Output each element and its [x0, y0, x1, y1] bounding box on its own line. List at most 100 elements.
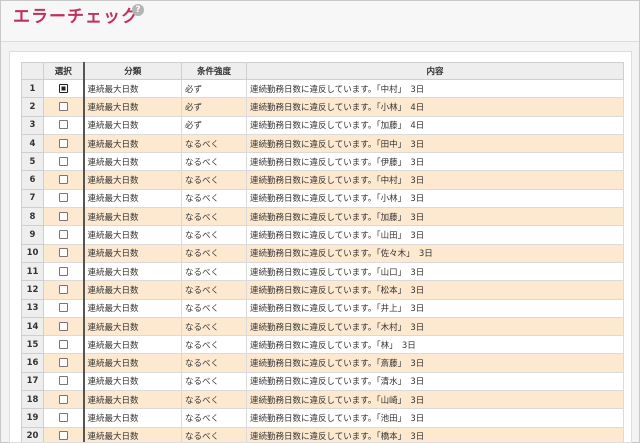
content-column-header[interactable]: 内容 — [246, 62, 624, 80]
row-number: 15 — [21, 335, 44, 355]
select-cell[interactable] — [43, 390, 85, 410]
select-checkbox[interactable] — [58, 284, 68, 294]
help-icon[interactable]: ? — [132, 4, 144, 16]
category-cell: 連続最大日数 — [83, 225, 182, 245]
select-checkbox[interactable] — [58, 138, 68, 148]
table-row[interactable]: 15 連続最大日数 なるべく 連続勤務日数に違反しています。「林」 3日 — [21, 335, 624, 355]
select-checkbox[interactable] — [58, 120, 68, 130]
row-number: 17 — [21, 371, 44, 392]
select-checkbox[interactable] — [58, 431, 68, 441]
content-cell: 連続勤務日数に違反しています。「小林」 3日 — [246, 188, 624, 209]
select-cell[interactable] — [43, 353, 85, 373]
row-number: 12 — [21, 280, 44, 300]
table-row[interactable]: 9 連続最大日数 なるべく 連続勤務日数に違反しています。「山田」 3日 — [21, 225, 624, 245]
table-row[interactable]: 4 連続最大日数 なるべく 連続勤務日数に違反しています。「田中」 3日 — [21, 133, 624, 154]
table-row[interactable]: 8 連続最大日数 なるべく 連続勤務日数に違反しています。「加藤」 3日 — [21, 207, 624, 227]
select-checkbox[interactable] — [58, 193, 68, 203]
category-cell: 連続最大日数 — [83, 243, 182, 263]
select-column-header[interactable]: 選択 — [43, 62, 85, 80]
header-divider — [1, 41, 639, 42]
row-number: 19 — [21, 408, 44, 428]
select-checkbox[interactable] — [58, 248, 68, 258]
table-row[interactable]: 7 連続最大日数 なるべく 連続勤務日数に違反しています。「小林」 3日 — [21, 188, 624, 209]
content-cell: 連続勤務日数に違反しています。「中村」 3日 — [246, 78, 624, 99]
table-row[interactable]: 20 連続最大日数 なるべく 連続勤務日数に違反しています。「橋本」 3日 — [21, 426, 624, 442]
select-cell[interactable] — [43, 225, 85, 245]
select-checkbox[interactable] — [58, 321, 68, 331]
category-cell: 連続最大日数 — [83, 335, 182, 355]
select-cell[interactable] — [43, 188, 85, 209]
category-cell: 連続最大日数 — [83, 133, 182, 154]
category-cell: 連続最大日数 — [83, 78, 182, 99]
select-cell[interactable] — [43, 298, 85, 318]
select-checkbox[interactable] — [58, 211, 68, 221]
strength-cell: なるべく — [181, 335, 247, 355]
row-number: 4 — [21, 133, 44, 154]
select-cell[interactable] — [43, 152, 85, 172]
table-row[interactable]: 10 連続最大日数 なるべく 連続勤務日数に違反しています。「佐々木」 3日 — [21, 243, 624, 263]
content-cell: 連続勤務日数に違反しています。「井上」 3日 — [246, 298, 624, 318]
select-checkbox[interactable] — [58, 266, 68, 276]
strength-cell: なるべく — [181, 280, 247, 300]
select-checkbox[interactable] — [58, 230, 68, 240]
table-row[interactable]: 1 連続最大日数 必ず 連続勤務日数に違反しています。「中村」 3日 — [21, 78, 624, 99]
select-cell[interactable] — [43, 261, 85, 282]
select-checkbox[interactable] — [58, 101, 68, 111]
select-checkbox[interactable] — [58, 376, 68, 386]
strength-cell: なるべく — [181, 390, 247, 410]
content-cell: 連続勤務日数に違反しています。「木村」 3日 — [246, 316, 624, 337]
select-cell[interactable] — [43, 207, 85, 227]
select-checkbox[interactable] — [58, 175, 68, 185]
table-row[interactable]: 13 連続最大日数 なるべく 連続勤務日数に違反しています。「井上」 3日 — [21, 298, 624, 318]
table-row[interactable]: 16 連続最大日数 なるべく 連続勤務日数に違反しています。「斎藤」 3日 — [21, 353, 624, 373]
select-checkbox[interactable] — [58, 156, 68, 166]
row-number: 18 — [21, 390, 44, 410]
table-row[interactable]: 6 連続最大日数 なるべく 連続勤務日数に違反しています。「中村」 3日 — [21, 170, 624, 190]
select-cell[interactable] — [43, 426, 85, 442]
row-number: 14 — [21, 316, 44, 337]
select-cell[interactable] — [43, 280, 85, 300]
row-number: 8 — [21, 207, 44, 227]
select-checkbox[interactable] — [58, 358, 68, 368]
select-cell[interactable] — [43, 371, 85, 392]
table-row[interactable]: 2 連続最大日数 必ず 連続勤務日数に違反しています。「小林」 4日 — [21, 97, 624, 117]
select-cell[interactable] — [43, 78, 85, 99]
content-cell: 連続勤務日数に違反しています。「加藤」 4日 — [246, 115, 624, 135]
select-cell[interactable] — [43, 170, 85, 190]
select-checkbox[interactable] — [58, 303, 68, 313]
table-row[interactable]: 3 連続最大日数 必ず 連続勤務日数に違反しています。「加藤」 4日 — [21, 115, 624, 135]
select-cell[interactable] — [43, 335, 85, 355]
table-row[interactable]: 19 連続最大日数 なるべく 連続勤務日数に違反しています。「池田」 3日 — [21, 408, 624, 428]
table-row[interactable]: 11 連続最大日数 なるべく 連続勤務日数に違反しています。「山口」 3日 — [21, 261, 624, 282]
row-number: 7 — [21, 188, 44, 209]
category-column-header[interactable]: 分類 — [83, 62, 182, 80]
window-frame: エラーチェック ? 選択 分類 条件強度 内容 1 連続最大日数 必ず 連続勤務… — [0, 0, 640, 443]
table-row[interactable]: 12 連続最大日数 なるべく 連続勤務日数に違反しています。「松本」 3日 — [21, 280, 624, 300]
select-cell[interactable] — [43, 115, 85, 135]
table-row[interactable]: 17 連続最大日数 なるべく 連続勤務日数に違反しています。「清水」 3日 — [21, 371, 624, 392]
select-checkbox[interactable] — [58, 83, 68, 93]
select-checkbox[interactable] — [58, 339, 68, 349]
select-checkbox[interactable] — [58, 412, 68, 422]
row-number: 5 — [21, 152, 44, 172]
strength-cell: 必ず — [181, 115, 247, 135]
row-number-header — [21, 62, 44, 80]
select-cell[interactable] — [43, 316, 85, 337]
strength-column-header[interactable]: 条件強度 — [181, 62, 247, 80]
select-cell[interactable] — [43, 408, 85, 428]
select-cell[interactable] — [43, 133, 85, 154]
strength-cell: なるべく — [181, 371, 247, 392]
table-row[interactable]: 18 連続最大日数 なるべく 連続勤務日数に違反しています。「山崎」 3日 — [21, 390, 624, 410]
category-cell: 連続最大日数 — [83, 152, 182, 172]
select-cell[interactable] — [43, 97, 85, 117]
table-row[interactable]: 5 連続最大日数 なるべく 連続勤務日数に違反しています。「伊藤」 3日 — [21, 152, 624, 172]
category-cell: 連続最大日数 — [83, 390, 182, 410]
select-cell[interactable] — [43, 243, 85, 263]
strength-cell: 必ず — [181, 97, 247, 117]
select-checkbox[interactable] — [58, 394, 68, 404]
row-number: 16 — [21, 353, 44, 373]
content-cell: 連続勤務日数に違反しています。「松本」 3日 — [246, 280, 624, 300]
content-cell: 連続勤務日数に違反しています。「山口」 3日 — [246, 261, 624, 282]
table-row[interactable]: 14 連続最大日数 なるべく 連続勤務日数に違反しています。「木村」 3日 — [21, 316, 624, 337]
strength-cell: なるべく — [181, 152, 247, 172]
